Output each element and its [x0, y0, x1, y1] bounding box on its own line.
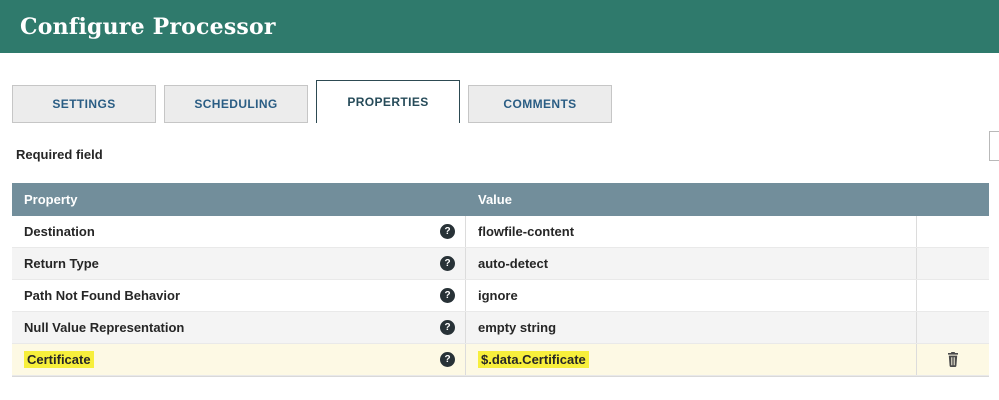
properties-table: Property Value Destination ? flowfile-co… — [12, 183, 989, 377]
table-row: Certificate ? $.data.Certificate — [12, 344, 989, 376]
value-cell[interactable]: empty string — [466, 312, 917, 343]
table-header-row: Property Value — [12, 183, 989, 216]
property-cell: Null Value Representation ? — [12, 312, 466, 343]
tab-properties[interactable]: PROPERTIES — [316, 80, 460, 123]
question-circle-icon[interactable]: ? — [440, 256, 455, 271]
table-row: Return Type ? auto-detect — [12, 248, 989, 280]
value-cell[interactable]: auto-detect — [466, 248, 917, 279]
question-circle-icon[interactable]: ? — [440, 352, 455, 367]
property-name: Path Not Found Behavior — [24, 288, 180, 303]
property-name: Certificate — [24, 351, 94, 368]
tab-settings[interactable]: SETTINGS — [12, 85, 156, 123]
add-property-button[interactable] — [989, 131, 999, 161]
actions-cell — [917, 216, 989, 247]
trash-icon — [946, 352, 960, 367]
property-name: Null Value Representation — [24, 320, 185, 335]
property-cell: Certificate ? — [12, 344, 466, 375]
question-circle-icon[interactable]: ? — [440, 320, 455, 335]
property-cell: Return Type ? — [12, 248, 466, 279]
column-header-value: Value — [478, 192, 512, 207]
dialog-header: Configure Processor — [0, 0, 999, 53]
tab-comments[interactable]: COMMENTS — [468, 85, 612, 123]
actions-cell — [917, 312, 989, 343]
actions-cell — [917, 248, 989, 279]
tab-properties-label: PROPERTIES — [347, 95, 429, 109]
property-value: ignore — [478, 288, 518, 303]
table-row: Path Not Found Behavior ? ignore — [12, 280, 989, 312]
tab-scheduling[interactable]: SCHEDULING — [164, 85, 308, 123]
tab-scheduling-label: SCHEDULING — [194, 97, 278, 111]
property-value: $.data.Certificate — [478, 351, 589, 368]
table-row: Destination ? flowfile-content — [12, 216, 989, 248]
actions-cell — [917, 280, 989, 311]
property-cell: Destination ? — [12, 216, 466, 247]
value-cell[interactable]: ignore — [466, 280, 917, 311]
property-name: Destination — [24, 224, 95, 239]
property-cell: Path Not Found Behavior ? — [12, 280, 466, 311]
delete-property-button[interactable] — [946, 352, 960, 367]
value-cell[interactable]: flowfile-content — [466, 216, 917, 247]
column-header-property: Property — [24, 192, 78, 207]
property-value: flowfile-content — [478, 224, 575, 239]
tab-settings-label: SETTINGS — [52, 97, 116, 111]
property-value: empty string — [478, 320, 557, 335]
required-field-label: Required field — [16, 147, 103, 162]
property-name: Return Type — [24, 256, 99, 271]
tab-comments-label: COMMENTS — [503, 97, 577, 111]
property-value: auto-detect — [478, 256, 549, 271]
actions-cell — [917, 344, 989, 375]
question-circle-icon[interactable]: ? — [440, 224, 455, 239]
table-row: Null Value Representation ? empty string — [12, 312, 989, 344]
question-circle-icon[interactable]: ? — [440, 288, 455, 303]
value-cell[interactable]: $.data.Certificate — [466, 344, 917, 375]
dialog-title: Configure Processor — [20, 13, 276, 40]
tab-strip: SETTINGS SCHEDULING PROPERTIES COMMENTS — [12, 80, 620, 123]
